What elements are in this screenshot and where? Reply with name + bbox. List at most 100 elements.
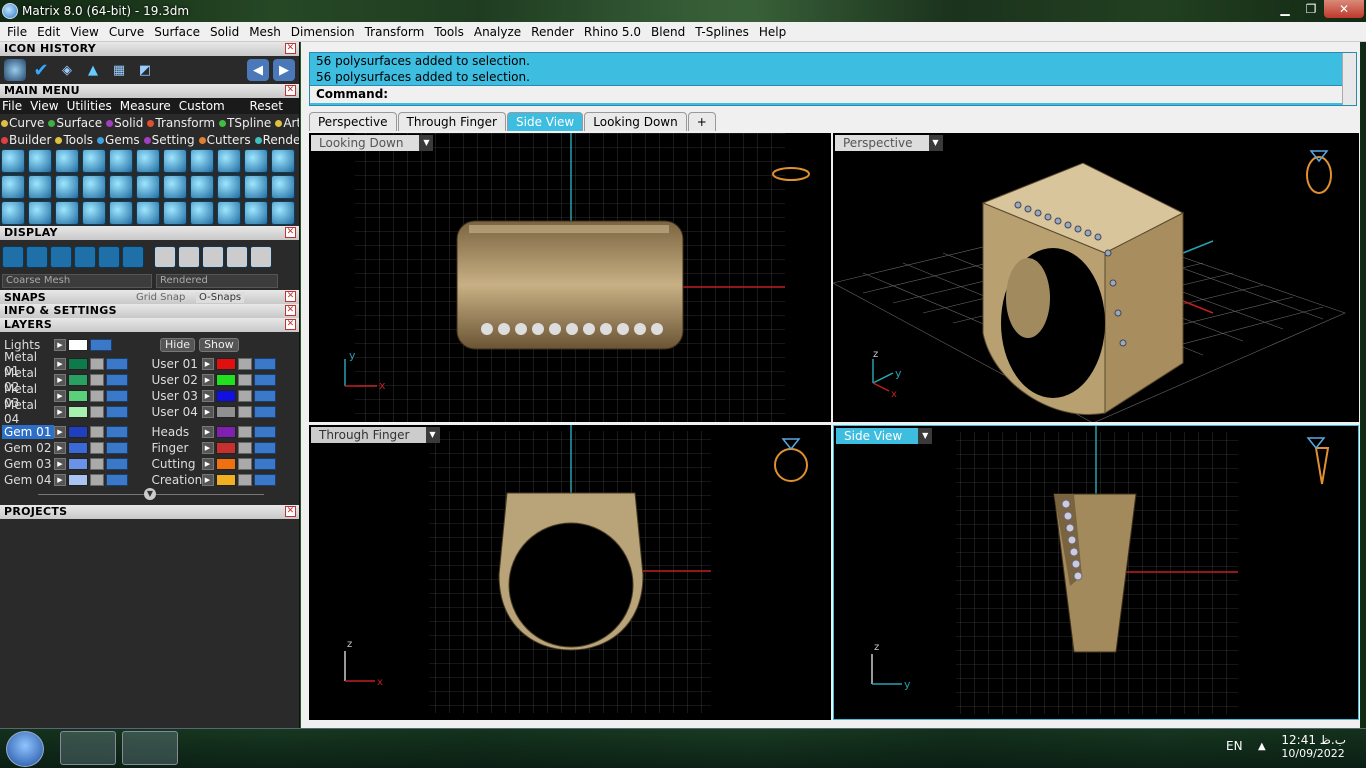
cat-tools[interactable]: Tools [55,133,93,147]
close-icon[interactable]: ✕ [285,506,296,517]
layer-row[interactable]: Creation ▶ [150,472,298,488]
start-button[interactable] [6,731,44,767]
env-icon[interactable] [98,246,120,268]
cat-cutters[interactable]: Cutters [198,133,251,147]
viewport-label-looking-down[interactable]: Looking Down ▼ [311,135,434,151]
mirror-icon[interactable] [82,201,106,225]
grid-snap-toggle[interactable]: Grid Snap [136,292,185,303]
cat-tspline[interactable]: TSpline [219,116,271,130]
frame-icon[interactable] [122,246,144,268]
menu-render[interactable]: Render [526,25,579,39]
cut-scissors-icon[interactable] [244,201,268,225]
cat-solid[interactable]: Solid [106,116,143,130]
back-arrow-icon[interactable]: ◀ [247,59,269,81]
layer-row[interactable]: User 04 ▶ [150,404,298,420]
menu-surface[interactable]: Surface [149,25,205,39]
figure-icon[interactable] [26,246,48,268]
main-menu-custom[interactable]: Custom [179,99,225,113]
globe-icon[interactable] [244,175,268,199]
offset-icon[interactable] [55,201,79,225]
bail-tool-icon[interactable] [190,149,214,173]
layer-row[interactable]: Cutting ▶ [150,456,298,472]
collapse-icon[interactable]: ▼ [144,488,156,500]
main-menu-measure[interactable]: Measure [120,99,171,113]
close-icon[interactable]: ✕ [285,291,296,302]
cat-curve[interactable]: Curve [1,116,44,130]
taskbar-explorer-app[interactable] [122,731,178,765]
clock[interactable]: 12:41 ب.ظ 10/09/2022 [1281,733,1346,760]
channel-tool-icon[interactable] [163,149,187,173]
tab-looking-down[interactable]: Looking Down [584,112,687,131]
blocks-icon[interactable] [1,201,25,225]
minimize-button[interactable]: ▁ [1272,0,1298,18]
pattern-icon[interactable] [55,175,79,199]
menu-help[interactable]: Help [754,25,791,39]
grid-icon[interactable]: ▦ [108,59,130,81]
cat-setting[interactable]: Setting [143,133,195,147]
reset-button[interactable]: Reset [249,99,283,113]
array-icon[interactable] [163,175,187,199]
chevron-down-icon[interactable]: ▼ [425,427,440,443]
layer-row[interactable]: Heads ▶ [150,424,298,440]
layer-row[interactable]: User 03 ▶ [150,388,298,404]
cat-surface[interactable]: Surface [48,116,102,130]
show-button[interactable]: Show [199,338,239,352]
menu-analyze[interactable]: Analyze [469,25,526,39]
menu-tools[interactable]: Tools [429,25,469,39]
info-settings-header[interactable]: INFO & SETTINGS ✕ [0,304,299,318]
hide-button[interactable]: Hide [160,338,196,352]
chevron-down-icon[interactable]: ▼ [918,428,933,444]
close-icon[interactable]: ✕ [285,319,296,330]
viewport-label-perspective[interactable]: Perspective ▼ [835,135,943,151]
xray-sphere-icon[interactable] [250,246,272,268]
viewport-through-finger[interactable]: z x Through Finger ▼ [309,425,831,720]
twist-icon[interactable] [190,175,214,199]
profile-icon[interactable] [82,175,106,199]
logo-icon[interactable] [136,175,160,199]
main-menu-view[interactable]: View [30,99,58,113]
forward-arrow-icon[interactable]: ▶ [273,59,295,81]
tab-perspective[interactable]: Perspective [309,112,397,131]
menu-rhino[interactable]: Rhino 5.0 [579,25,646,39]
shaded-sphere-icon[interactable] [50,246,72,268]
viewport-looking-down[interactable]: y x Looking Down ▼ [309,133,831,422]
viewport-side-view[interactable]: z y Side View ▼ [833,425,1359,720]
loft-icon[interactable] [109,175,133,199]
spray-icon[interactable] [163,201,187,225]
setting-tool-icon[interactable] [109,149,133,173]
menu-tsplines[interactable]: T-Splines [690,25,754,39]
layer-row[interactable]: User 01 ▶ [150,356,298,372]
layer-row[interactable]: Gem 03 ▶ [2,456,150,472]
gallery-tool-icon[interactable] [217,149,241,173]
prong-tool-icon[interactable] [28,149,52,173]
check-icon[interactable]: ✔ [30,59,52,81]
curve-tool-icon[interactable]: ◈ [56,59,78,81]
cat-gems[interactable]: Gems [97,133,140,147]
gem-tool-icon[interactable] [1,149,25,173]
bezel-tool-icon[interactable] [82,149,106,173]
close-icon[interactable]: ✕ [285,43,296,54]
layer-row[interactable]: User 02 ▶ [150,372,298,388]
render-mode-select[interactable]: Rendered [156,274,278,288]
rendered-sphere-icon[interactable] [74,246,96,268]
command-scrollbar[interactable] [1342,53,1356,105]
light-visibility[interactable] [90,339,112,351]
boolean-icon[interactable] [190,201,214,225]
main-menu-file[interactable]: File [2,99,22,113]
light-color-swatch[interactable] [68,339,88,351]
circle-icon[interactable] [271,201,295,225]
cat-builder[interactable]: Builder [1,133,51,147]
move-icon[interactable] [109,201,133,225]
flow-icon[interactable] [217,175,241,199]
menu-blend[interactable]: Blend [646,25,690,39]
taskbar-matrix-app[interactable] [60,731,116,765]
wireframe-icon[interactable] [2,246,24,268]
chevron-down-icon[interactable]: ▼ [419,135,434,151]
cone-icon[interactable]: ▲ [82,59,104,81]
cat-transform[interactable]: Transform [147,116,215,130]
cut-tool-icon[interactable] [271,149,295,173]
menu-view[interactable]: View [65,25,103,39]
snapshot-icon[interactable]: ◩ [134,59,156,81]
gray-sphere-icon[interactable] [202,246,224,268]
add-tab-button[interactable]: + [687,112,716,131]
